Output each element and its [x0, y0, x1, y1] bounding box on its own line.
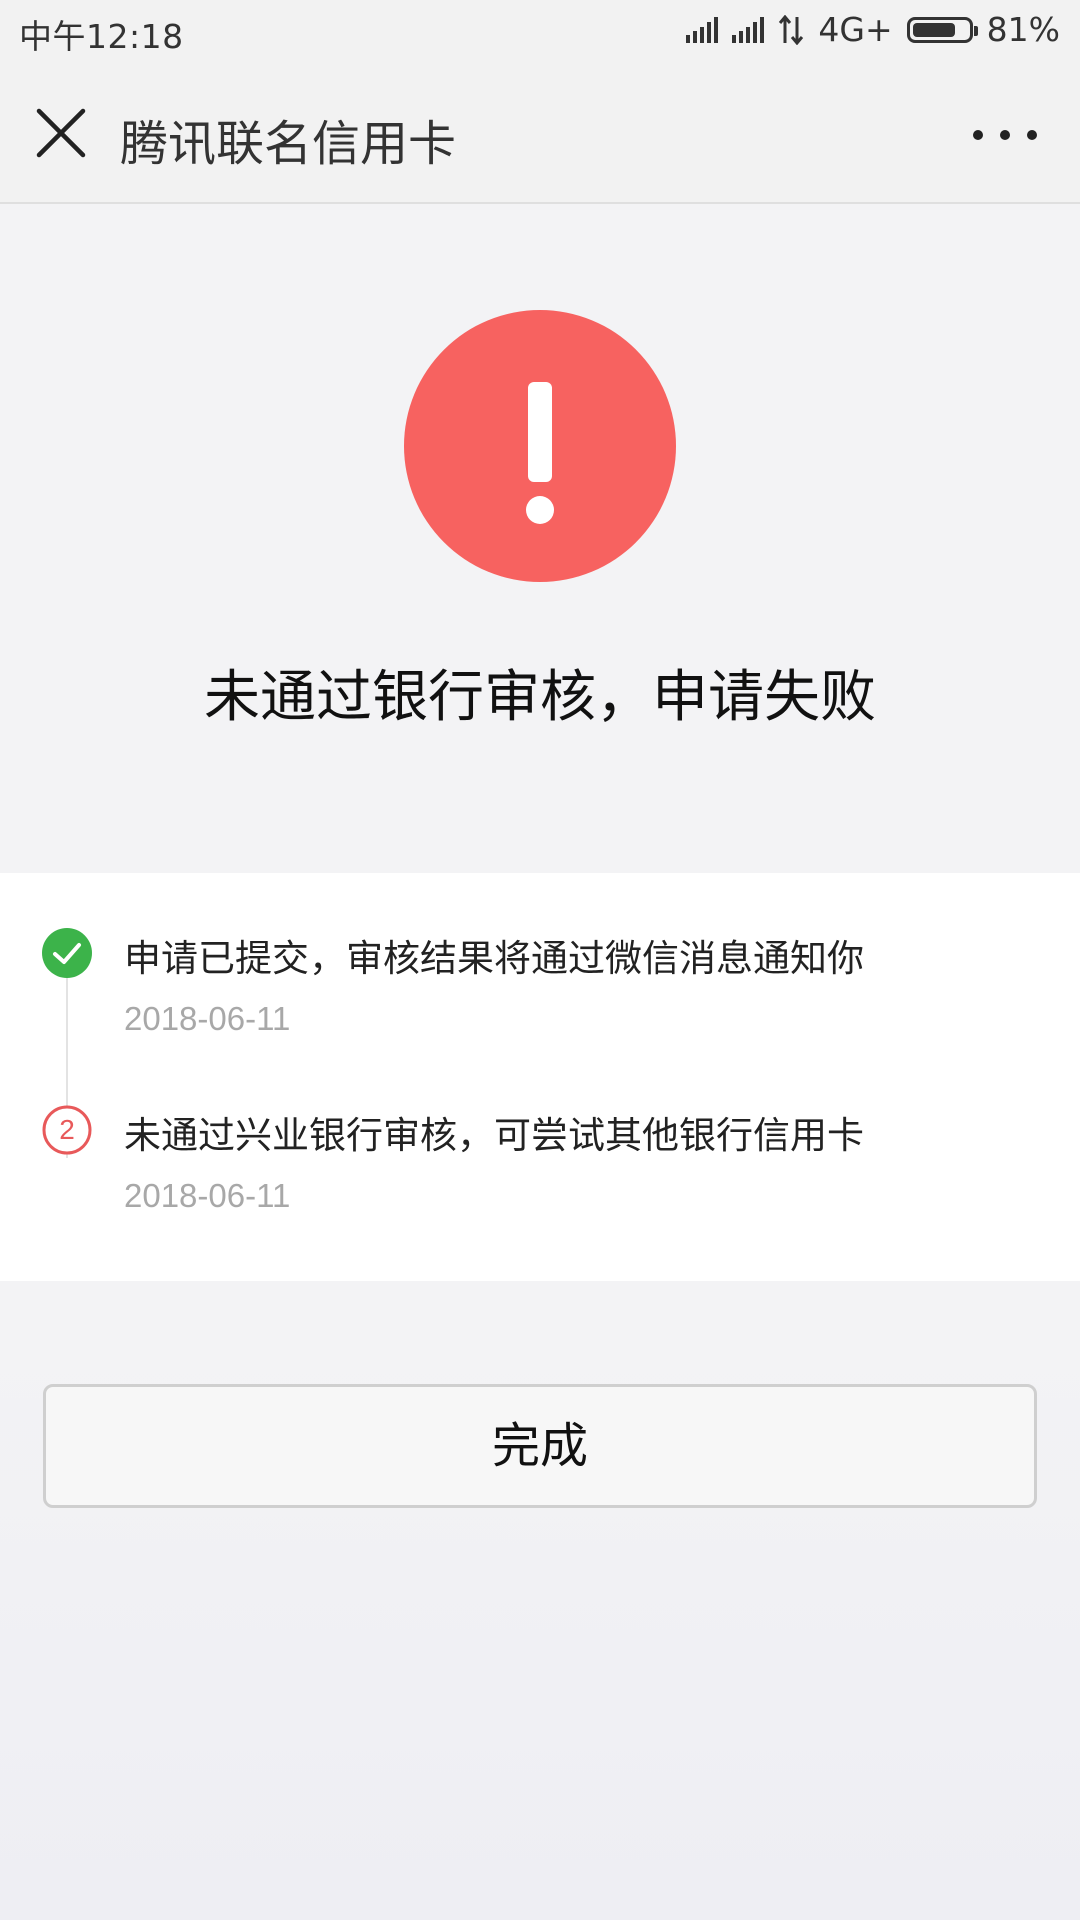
done-button[interactable]: 完成 — [43, 1384, 1037, 1508]
close-icon[interactable] — [34, 106, 88, 160]
status-time: 中午12:18 — [19, 17, 184, 56]
page: 中午12:18 4G+ 81% 腾讯联名信用卡 未通过银行审核，申请失败 申请已… — [0, 0, 1080, 1920]
signal-icon — [686, 16, 719, 43]
step-number-icon: 2 — [42, 1105, 92, 1155]
battery-level-fill — [912, 22, 956, 37]
signal-icon-secondary — [732, 16, 765, 43]
navigation-bar: 腾讯联名信用卡 — [0, 62, 1080, 204]
step-description: 未通过兴业银行审核，可尝试其他银行信用卡 — [124, 1114, 864, 1157]
step-date: 2018-06-11 — [124, 1000, 291, 1037]
step-description: 申请已提交，审核结果将通过微信消息通知你 — [124, 937, 864, 980]
status-bar: 中午12:18 4G+ 81% — [0, 0, 1080, 62]
check-icon — [42, 928, 92, 978]
battery-percent: 81% — [986, 10, 1060, 49]
status-indicators: 4G+ 81% — [686, 10, 1060, 49]
step-number: 2 — [59, 1114, 75, 1145]
progress-timeline: 申请已提交，审核结果将通过微信消息通知你 2018-06-11 2 未通过兴业银… — [0, 873, 1080, 1281]
warning-icon — [404, 310, 676, 582]
battery-icon — [906, 16, 978, 43]
more-icon[interactable] — [970, 120, 1040, 150]
data-transfer-icon — [779, 14, 804, 45]
network-type: 4G+ — [818, 10, 893, 49]
page-title: 腾讯联名信用卡 — [120, 116, 457, 172]
result-title: 未通过银行审核，申请失败 — [204, 665, 876, 730]
step-date: 2018-06-11 — [124, 1177, 291, 1214]
